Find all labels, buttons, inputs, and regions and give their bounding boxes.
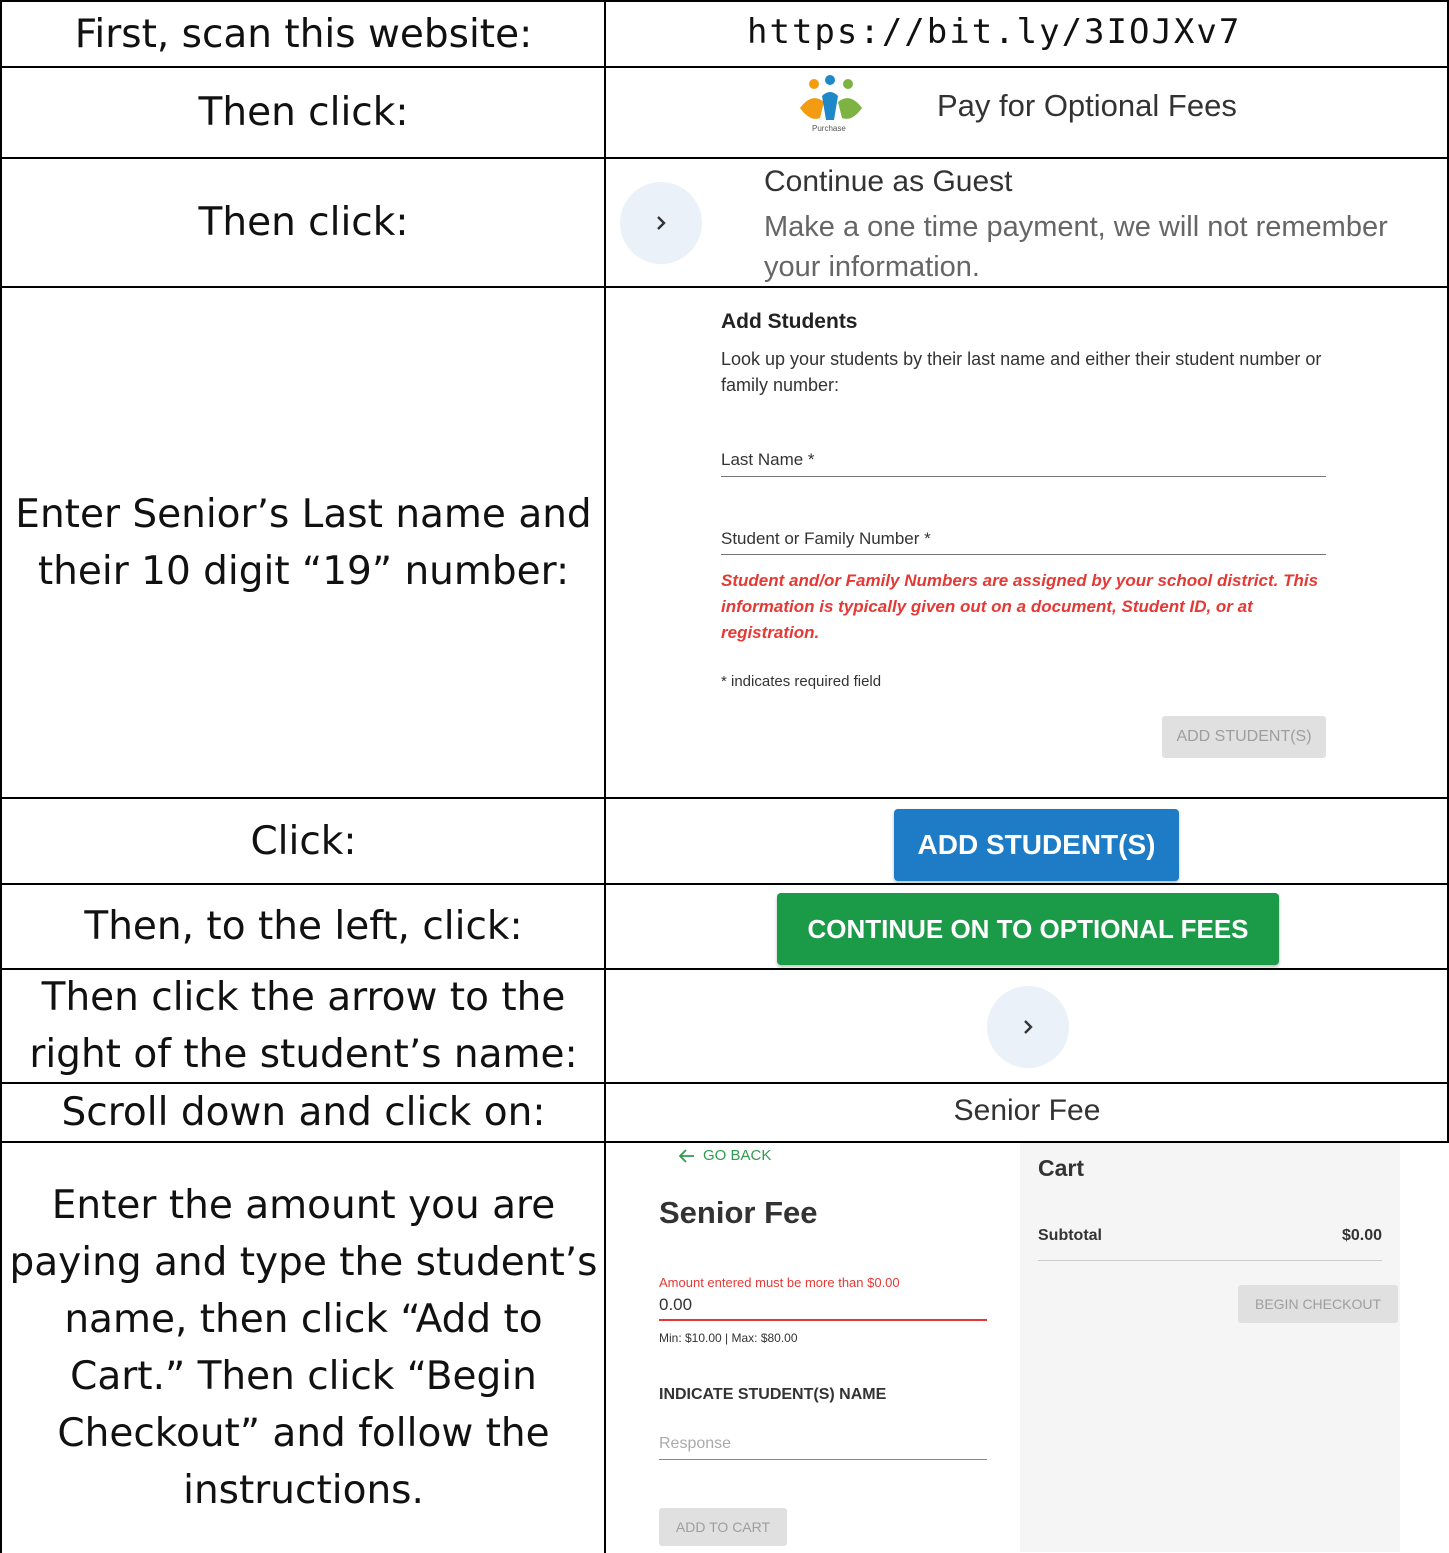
instruction-enter-amount: Enter the amount you are paying and type…	[9, 1183, 598, 1513]
instruction-enter-info: Enter Senior’s Last name and their 10 di…	[15, 491, 592, 594]
student-name-input[interactable]	[659, 1428, 987, 1460]
add-students-description: Look up your students by their last name…	[721, 349, 1322, 395]
url-cell: https://bit.ly/3IOJXv7	[607, 2, 1447, 66]
required-field-note: * indicates required field	[721, 673, 882, 690]
logo-caption: Purchase	[812, 124, 846, 133]
continue-as-guest-description: Make a one time payment, we will not rem…	[764, 211, 1388, 283]
subtotal-label: Subtotal	[1038, 1227, 1102, 1244]
add-to-cart-button[interactable]: ADD TO CART	[659, 1508, 787, 1546]
cart-panel: Cart Subtotal $0.00 BEGIN CHECKOUT	[1020, 1143, 1400, 1552]
senior-fee-item[interactable]: Senior Fee	[607, 1094, 1447, 1128]
pay-optional-fees-link[interactable]: Pay for Optional Fees	[937, 88, 1237, 124]
amount-min-max: Min: $10.00 | Max: $80.00	[659, 1331, 798, 1345]
last-name-input[interactable]	[721, 446, 1326, 476]
cart-title: Cart	[1038, 1155, 1085, 1181]
add-students-cell: ADD STUDENT(S)	[607, 799, 1447, 883]
student-arrow-cell	[607, 970, 1447, 1082]
student-number-error: Student and/or Family Numbers are assign…	[721, 571, 1319, 642]
website-url: https://bit.ly/3IOJXv7	[747, 12, 1242, 52]
add-students-form: Add Students Look up your students by th…	[607, 288, 1447, 797]
begin-checkout-button[interactable]: BEGIN CHECKOUT	[1238, 1285, 1398, 1323]
instruction-scroll: Scroll down and click on:	[61, 1090, 546, 1135]
add-students-button[interactable]: ADD STUDENT(S)	[894, 809, 1179, 881]
senior-fee-cell[interactable]: Senior Fee	[607, 1084, 1447, 1141]
amount-error: Amount entered must be more than $0.00	[659, 1275, 900, 1290]
subtotal-row: Subtotal $0.00	[1038, 1227, 1382, 1261]
student-number-underline	[721, 554, 1326, 555]
pay-link-cell[interactable]: Purchase Pay for Optional Fees	[607, 68, 1447, 157]
purchase-logo-icon: Purchase	[800, 75, 862, 133]
instruction-table: First, scan this website: https://bit.ly…	[0, 0, 1449, 1553]
chevron-right-icon	[1024, 1020, 1033, 1034]
guest-option-cell[interactable]: Continue as Guest Make a one time paymen…	[607, 159, 1447, 286]
student-number-input[interactable]	[721, 525, 1326, 555]
arrow-left-icon	[679, 1148, 694, 1163]
go-back-label: GO BACK	[703, 1147, 772, 1164]
go-back-link[interactable]: GO BACK	[679, 1147, 771, 1164]
instruction-scan: First, scan this website:	[74, 11, 533, 57]
continue-as-guest-title[interactable]: Continue as Guest	[764, 165, 1012, 199]
fee-form-cell: GO BACK Senior Fee Amount entered must b…	[607, 1143, 1447, 1553]
add-students-heading: Add Students	[721, 310, 858, 333]
senior-fee-title: Senior Fee	[659, 1195, 818, 1230]
instruction-click-add: Click:	[250, 818, 357, 864]
continue-guest-arrow-button[interactable]	[620, 182, 702, 264]
student-arrow-button[interactable]	[987, 986, 1069, 1068]
instruction-click-pay: Then click:	[198, 90, 409, 135]
student-name-heading: INDICATE STUDENT(S) NAME	[659, 1386, 887, 1403]
instruction-click-arrow: Then click the arrow to the right of the…	[29, 975, 578, 1077]
amount-input[interactable]	[659, 1291, 987, 1321]
continue-cell: CONTINUE ON TO OPTIONAL FEES	[607, 885, 1447, 968]
last-name-underline	[721, 476, 1326, 477]
instruction-click-guest: Then click:	[198, 200, 409, 245]
continue-to-optional-fees-button[interactable]: CONTINUE ON TO OPTIONAL FEES	[777, 893, 1279, 965]
add-students-button-disabled[interactable]: ADD STUDENT(S)	[1162, 716, 1326, 758]
instruction-click-continue: Then, to the left, click:	[84, 904, 523, 949]
chevron-right-icon	[657, 216, 666, 230]
subtotal-value: $0.00	[1341, 1227, 1382, 1244]
